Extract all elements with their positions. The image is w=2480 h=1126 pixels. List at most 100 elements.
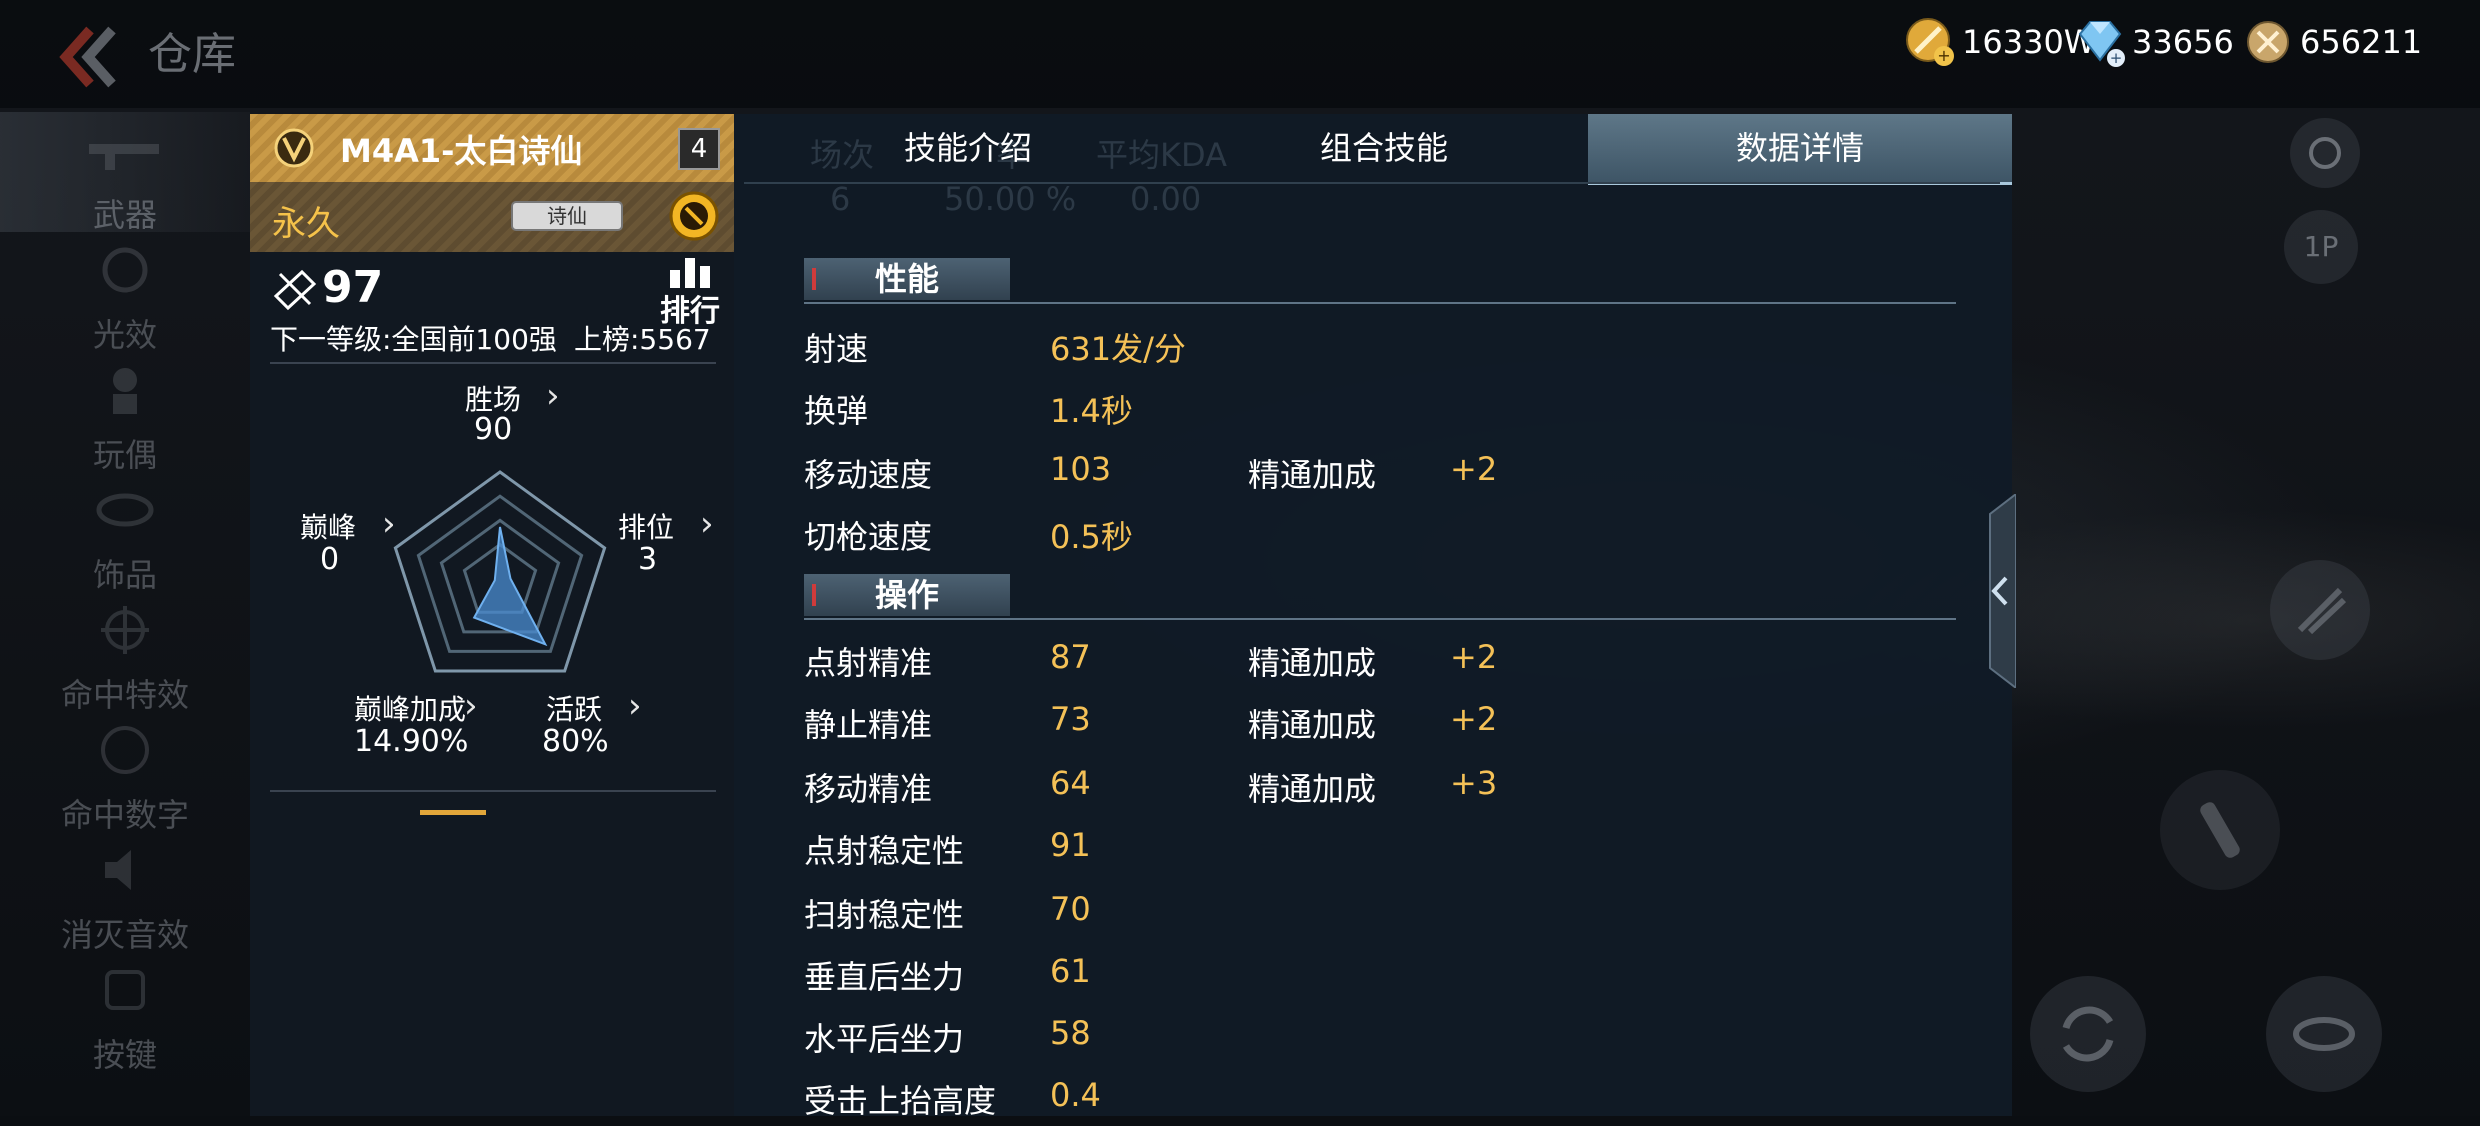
sidebar-item-hit-number[interactable]: 命中数字 xyxy=(0,712,250,834)
section-performance: 性能 xyxy=(804,258,1956,304)
rank-emblem-icon xyxy=(274,128,314,168)
stat-row: 垂直后坐力 61 xyxy=(804,952,1954,1002)
section-divider xyxy=(804,302,1956,304)
back-arrow-icon[interactable] xyxy=(56,22,126,92)
first-person-icon: 1P xyxy=(2304,230,2339,263)
stat-label: 点射精准 xyxy=(804,644,933,682)
stat-label: 点射稳定性 xyxy=(804,832,965,870)
stat-value: 631发/分 xyxy=(1050,330,1186,368)
next-level-text: 下一等级:全国前100强 xyxy=(270,323,557,356)
gamepad-icon xyxy=(2309,137,2341,169)
section-title: 性能 xyxy=(874,260,939,298)
sidebar-item-doll[interactable]: 玩偶 xyxy=(0,352,250,474)
view-toggle-1p[interactable]: 1P xyxy=(2284,210,2358,284)
weapon-card: M4A1-太白诗仙 4 永久 诗仙 97 排行 下一等级:全国前100强 上榜:… xyxy=(250,114,734,1116)
mastery-bonus-value: +2 xyxy=(1450,638,1498,676)
ranked-count: 上榜:5567 xyxy=(574,323,711,356)
stat-row: 水平后坐力 58 xyxy=(804,1014,1954,1064)
mastery-bonus-label: 精通加成 xyxy=(1248,706,1377,744)
title-badge: 诗仙 xyxy=(506,194,628,238)
mastery-bonus-label: 精通加成 xyxy=(1248,770,1377,808)
sidebar-item-ornament[interactable]: 饰品 xyxy=(0,472,250,594)
weapon-level-badge: 4 xyxy=(678,128,720,170)
light-effect-icon xyxy=(102,247,148,293)
ghost-value: 50.00 % xyxy=(944,180,1077,218)
active-label: 活跃 xyxy=(546,693,603,726)
mastery-bonus-value: +2 xyxy=(1450,700,1498,738)
active-chevron-icon[interactable]: › xyxy=(628,686,642,726)
collapse-panel-handle[interactable] xyxy=(1980,494,2016,688)
stat-value: 58 xyxy=(1050,1014,1091,1052)
weapon-name: M4A1-太白诗仙 xyxy=(340,132,583,170)
sidebar-item-light-effect[interactable]: 光效 xyxy=(0,232,250,354)
mastery-bonus-label: 精通加成 xyxy=(1248,644,1377,682)
ghost-value: 6 xyxy=(830,180,851,218)
stat-label: 静止精准 xyxy=(804,706,933,744)
swap-weapon-icon xyxy=(2062,1006,2114,1062)
page-title: 仓库 xyxy=(148,29,236,80)
sidebar-item-hit-effect[interactable]: 命中特效 xyxy=(0,592,250,714)
tab-underline xyxy=(744,182,2000,184)
mastery-bonus-value: +3 xyxy=(1450,764,1498,802)
currency-diamond[interactable]: + 33656 xyxy=(2074,14,2234,70)
stat-label: 垂直后坐力 xyxy=(804,958,965,996)
bullet-control[interactable] xyxy=(2160,770,2280,890)
aim-control[interactable] xyxy=(2266,976,2382,1092)
stat-label: 切枪速度 xyxy=(804,518,933,556)
currency-medal[interactable]: 656211 xyxy=(2242,14,2422,70)
active-value: 80% xyxy=(542,724,609,759)
stat-value: 70 xyxy=(1050,890,1091,928)
section-title: 操作 xyxy=(874,576,939,614)
title-badge-label: 诗仙 xyxy=(547,204,587,228)
sidebar-item-label: 饰品 xyxy=(92,556,157,594)
stat-row: 换弹 1.4秒 xyxy=(804,386,1954,436)
sidebar-item-kill-sound[interactable]: 消灭音效 xyxy=(0,832,250,954)
skill-control[interactable] xyxy=(2270,560,2370,660)
ranked-label: 排位 xyxy=(618,511,675,544)
leaderboard-button[interactable]: 排行 xyxy=(658,254,722,329)
sidebar-item-keys[interactable]: 按键 xyxy=(0,952,250,1074)
mastery-bonus-label: 精通加成 xyxy=(1248,456,1377,494)
stat-row: 移动精准 64 精通加成 +3 xyxy=(804,764,1954,814)
svg-text:+: + xyxy=(2110,49,2123,67)
svg-text:+: + xyxy=(1937,46,1950,65)
peak-bonus-value: 14.90% xyxy=(354,724,469,759)
ghost-header: 平均KDA xyxy=(1096,136,1227,174)
section-divider xyxy=(804,618,1956,620)
medal-coin-icon xyxy=(2247,21,2289,63)
weapon-duration: 永久 xyxy=(272,204,340,244)
stat-row: 切枪速度 0.5秒 xyxy=(804,512,1954,562)
weapon-card-header: M4A1-太白诗仙 4 xyxy=(250,114,734,182)
stat-label: 移动速度 xyxy=(804,456,933,494)
sidebar-item-label: 命中特效 xyxy=(60,676,189,714)
currency-gold[interactable]: + 16330W xyxy=(1904,14,2095,70)
tab-skill-intro[interactable]: 技能介绍 xyxy=(858,114,1078,182)
tab-combo-skill[interactable]: 组合技能 xyxy=(1274,114,1494,182)
peak-label: 巅峰 xyxy=(300,511,357,544)
settings-control[interactable] xyxy=(2290,118,2360,188)
sidebar-item-weapon[interactable]: 武器 xyxy=(0,112,250,234)
tab-data-details[interactable]: 数据详情 xyxy=(1588,114,2012,185)
stat-label: 换弹 xyxy=(804,392,869,430)
stat-row: 点射精准 87 精通加成 +2 xyxy=(804,638,1954,688)
stat-value: 73 xyxy=(1050,700,1091,738)
scope-icon xyxy=(2293,1017,2355,1051)
stat-value: 61 xyxy=(1050,952,1091,990)
top-bar: 仓库 + 16330W + 33656 656211 xyxy=(0,0,2480,108)
tab-bar: 场次 率 平均KDA 6 50.00 % 0.00 技能介绍 组合技能 数据详情 xyxy=(734,114,2012,218)
stat-value: 1.4秒 xyxy=(1050,392,1133,430)
crosshair-icon xyxy=(101,606,149,654)
stat-label: 射速 xyxy=(804,330,869,368)
stat-row: 点射稳定性 91 xyxy=(804,826,1954,876)
ranked-chevron-icon[interactable]: › xyxy=(700,504,714,544)
wins-chevron-icon[interactable]: › xyxy=(546,376,560,416)
mastery-medal-icon[interactable] xyxy=(668,190,720,242)
doll-icon xyxy=(113,368,137,414)
bullet-icon xyxy=(2200,802,2240,858)
swap-control[interactable] xyxy=(2030,976,2146,1092)
peak-bonus-chevron-icon[interactable]: › xyxy=(464,686,478,726)
gold-coin-icon: + xyxy=(1906,18,1954,66)
diamond-icon: + xyxy=(2078,21,2125,67)
key-icon xyxy=(105,970,145,1010)
stat-value: 91 xyxy=(1050,826,1091,864)
